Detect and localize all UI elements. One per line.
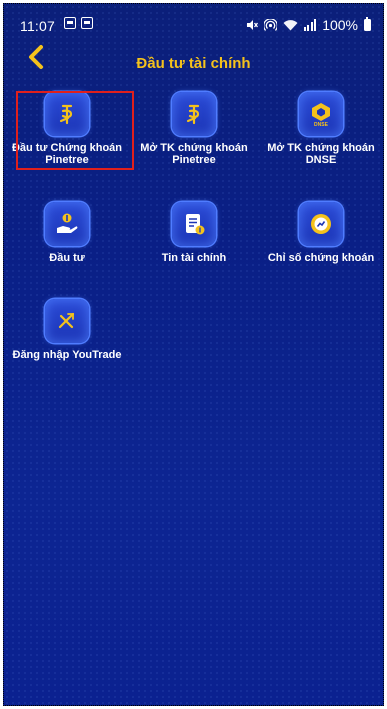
battery-icon: [364, 17, 371, 31]
pinetree-logo-icon: [186, 104, 200, 125]
menu-item-youtrade-login[interactable]: Đăng nhập YouTrade: [4, 299, 130, 361]
menu-item-invest[interactable]: Đầu tư: [4, 202, 130, 264]
page-title: Đầu tư tài chính: [136, 55, 251, 72]
mute-icon: [246, 20, 258, 30]
menu-item-label: Đăng nhập YouTrade: [12, 349, 122, 361]
menu-item-label: Mở TK chứng khoán: [267, 142, 375, 154]
menu-item-financial-news[interactable]: Tin tài chính: [131, 202, 257, 264]
photo-icon: [64, 17, 76, 29]
signal-icon: [303, 19, 317, 31]
menu-item-label: Tin tài chính: [161, 252, 227, 264]
wifi-icon: [283, 20, 298, 31]
youtrade-logo-icon: [58, 312, 75, 329]
status-bar: 11:07 100%: [4, 4, 383, 38]
financial-news-icon: [186, 214, 205, 235]
menu-item-open-account-pinetree[interactable]: Mở TK chứng khoán Pinetree: [131, 92, 257, 166]
dnse-logo-icon: DNSE: [312, 103, 330, 128]
menu-item-label: Mở TK chứng khoán: [140, 142, 248, 154]
battery-percent: 100%: [322, 17, 358, 33]
status-time: 11:07: [20, 18, 55, 34]
invest-money-hand-icon: [57, 213, 78, 233]
hotspot-icon: [263, 18, 277, 31]
notification-icon: [81, 17, 93, 29]
menu-item-label: Chỉ số chứng khoán: [267, 252, 375, 264]
app-header: Đầu tư tài chính: [4, 38, 383, 78]
stock-index-icon: [311, 214, 331, 234]
menu-item-label: Đầu tư: [49, 252, 85, 264]
menu-item-stock-index[interactable]: Chỉ số chứng khoán: [258, 202, 383, 264]
selection-highlight: [16, 91, 134, 170]
menu-item-sublabel: DNSE: [305, 154, 337, 166]
menu-item-sublabel: Pinetree: [172, 154, 216, 166]
menu-item-open-account-dnse[interactable]: DNSE Mở TK chứng khoán DNSE: [258, 92, 383, 166]
screen: 11:07 100% Đầu tư tài chính Đầu tư Chứng…: [3, 3, 384, 706]
dnse-logo-text: DNSE: [314, 122, 329, 128]
